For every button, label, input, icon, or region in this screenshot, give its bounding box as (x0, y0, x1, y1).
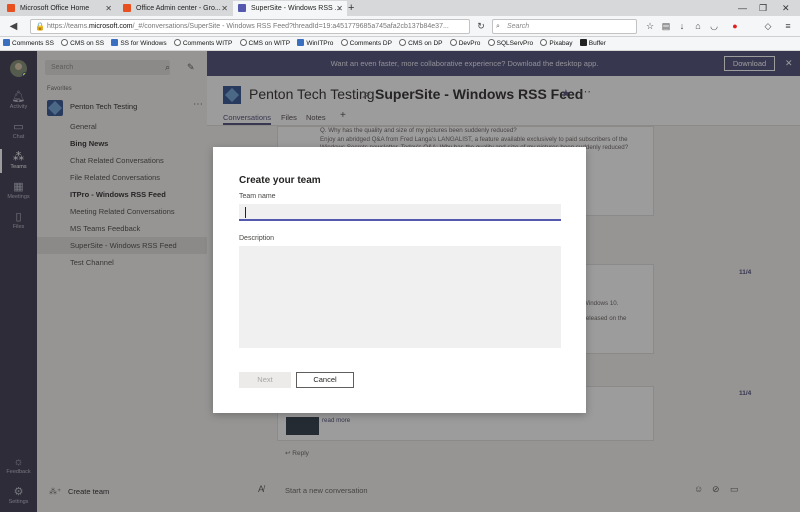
bookmark[interactable]: DevPro (449, 37, 483, 50)
bookmark[interactable]: SS for Windows (111, 37, 168, 50)
office-icon (123, 4, 131, 12)
extension-icon[interactable]: ◇ (761, 19, 775, 34)
office-icon (7, 4, 15, 12)
bookmark[interactable]: CMS on DP (399, 37, 444, 50)
home-icon[interactable]: ⌂ (691, 19, 705, 34)
browser-nav-bar: ◀ 🔒 https://teams.microsoft.com/_#/conve… (0, 16, 800, 37)
text-caret (245, 207, 246, 218)
buffer-icon (579, 39, 587, 46)
tab-label: SuperSite - Windows RSS ... (251, 5, 341, 12)
description-label: Description (239, 235, 275, 242)
url-host: microsoft.com (89, 23, 133, 30)
bookmark-star-icon[interactable]: ☆ (643, 19, 657, 34)
globe-icon (399, 39, 407, 46)
globe-icon (487, 39, 495, 46)
bookmark[interactable]: WinITPro (297, 37, 335, 50)
bookmark[interactable]: Comments DP (340, 37, 394, 50)
bookmarks-bar: Comments SS CMS on SS SS for Windows Com… (0, 37, 800, 51)
browser-tab-bar: Microsoft Office Home ✕ Office Admin cen… (0, 0, 800, 16)
browser-tab-office-home[interactable]: Microsoft Office Home ✕ (2, 1, 116, 16)
description-input[interactable] (239, 246, 561, 348)
globe-icon (340, 39, 348, 46)
url-bar[interactable]: 🔒 https://teams.microsoft.com/_#/convers… (30, 19, 470, 34)
bookmark[interactable]: CMS on SS (61, 37, 106, 50)
browser-search-input[interactable]: ⌕ Search (492, 19, 637, 34)
tab-label: Office Admin center - Gro... (136, 5, 221, 12)
restore-icon[interactable]: ❐ (759, 0, 767, 16)
teams-icon (238, 4, 246, 12)
ws-icon (297, 39, 305, 46)
create-team-dialog: Create your team Team name Description N… (213, 147, 586, 413)
cancel-button[interactable]: Cancel (296, 372, 354, 388)
window-close-icon[interactable]: ✕ (782, 0, 790, 16)
close-icon[interactable]: ✕ (336, 1, 343, 16)
team-name-input[interactable] (239, 204, 561, 221)
ws-icon (3, 39, 10, 46)
globe-icon (239, 39, 247, 46)
globe-icon (540, 39, 548, 46)
status-badge (22, 72, 27, 77)
browser-tab-supersite[interactable]: SuperSite - Windows RSS ... ✕ (233, 1, 347, 16)
browser-tab-admin-center[interactable]: Office Admin center - Gro... ✕ (118, 1, 232, 16)
back-icon[interactable]: ◀ (6, 19, 21, 34)
dialog-title: Create your team (239, 175, 321, 186)
minimize-icon[interactable]: — (738, 0, 747, 16)
bookmark[interactable]: Pixabay (540, 37, 574, 50)
new-tab-button[interactable]: + (348, 0, 354, 16)
pocket-icon[interactable]: ◡ (707, 19, 721, 34)
team-name-label: Team name (239, 193, 276, 200)
bookmark[interactable]: Comments SS (3, 37, 56, 50)
bookmark[interactable]: Buffer (579, 37, 608, 50)
bookmark[interactable]: CMS on WITP (239, 37, 293, 50)
lock-icon: 🔒 (35, 22, 45, 31)
url-prefix: https://teams. (47, 23, 90, 30)
bookmark[interactable]: Comments WITP (173, 37, 234, 50)
bookmark[interactable]: SQLServPro (487, 37, 536, 50)
search-placeholder: Search (507, 23, 530, 30)
reload-icon[interactable]: ↻ (474, 19, 488, 34)
adblock-icon[interactable]: ● (728, 19, 742, 34)
close-icon[interactable]: ✕ (221, 1, 228, 16)
close-icon[interactable]: ✕ (105, 1, 112, 16)
globe-icon (61, 39, 69, 46)
menu-icon[interactable]: ≡ (781, 19, 795, 34)
url-path: /_#/conversations/SuperSite - Windows RS… (132, 23, 449, 30)
tab-label: Microsoft Office Home (20, 5, 90, 12)
library-icon[interactable]: ▤ (659, 19, 673, 34)
globe-icon (173, 39, 181, 46)
next-button[interactable]: Next (239, 372, 291, 388)
ws-icon (111, 39, 119, 46)
download-icon[interactable]: ↓ (675, 19, 689, 34)
globe-icon (449, 39, 457, 46)
search-icon: ⌕ (496, 23, 500, 30)
